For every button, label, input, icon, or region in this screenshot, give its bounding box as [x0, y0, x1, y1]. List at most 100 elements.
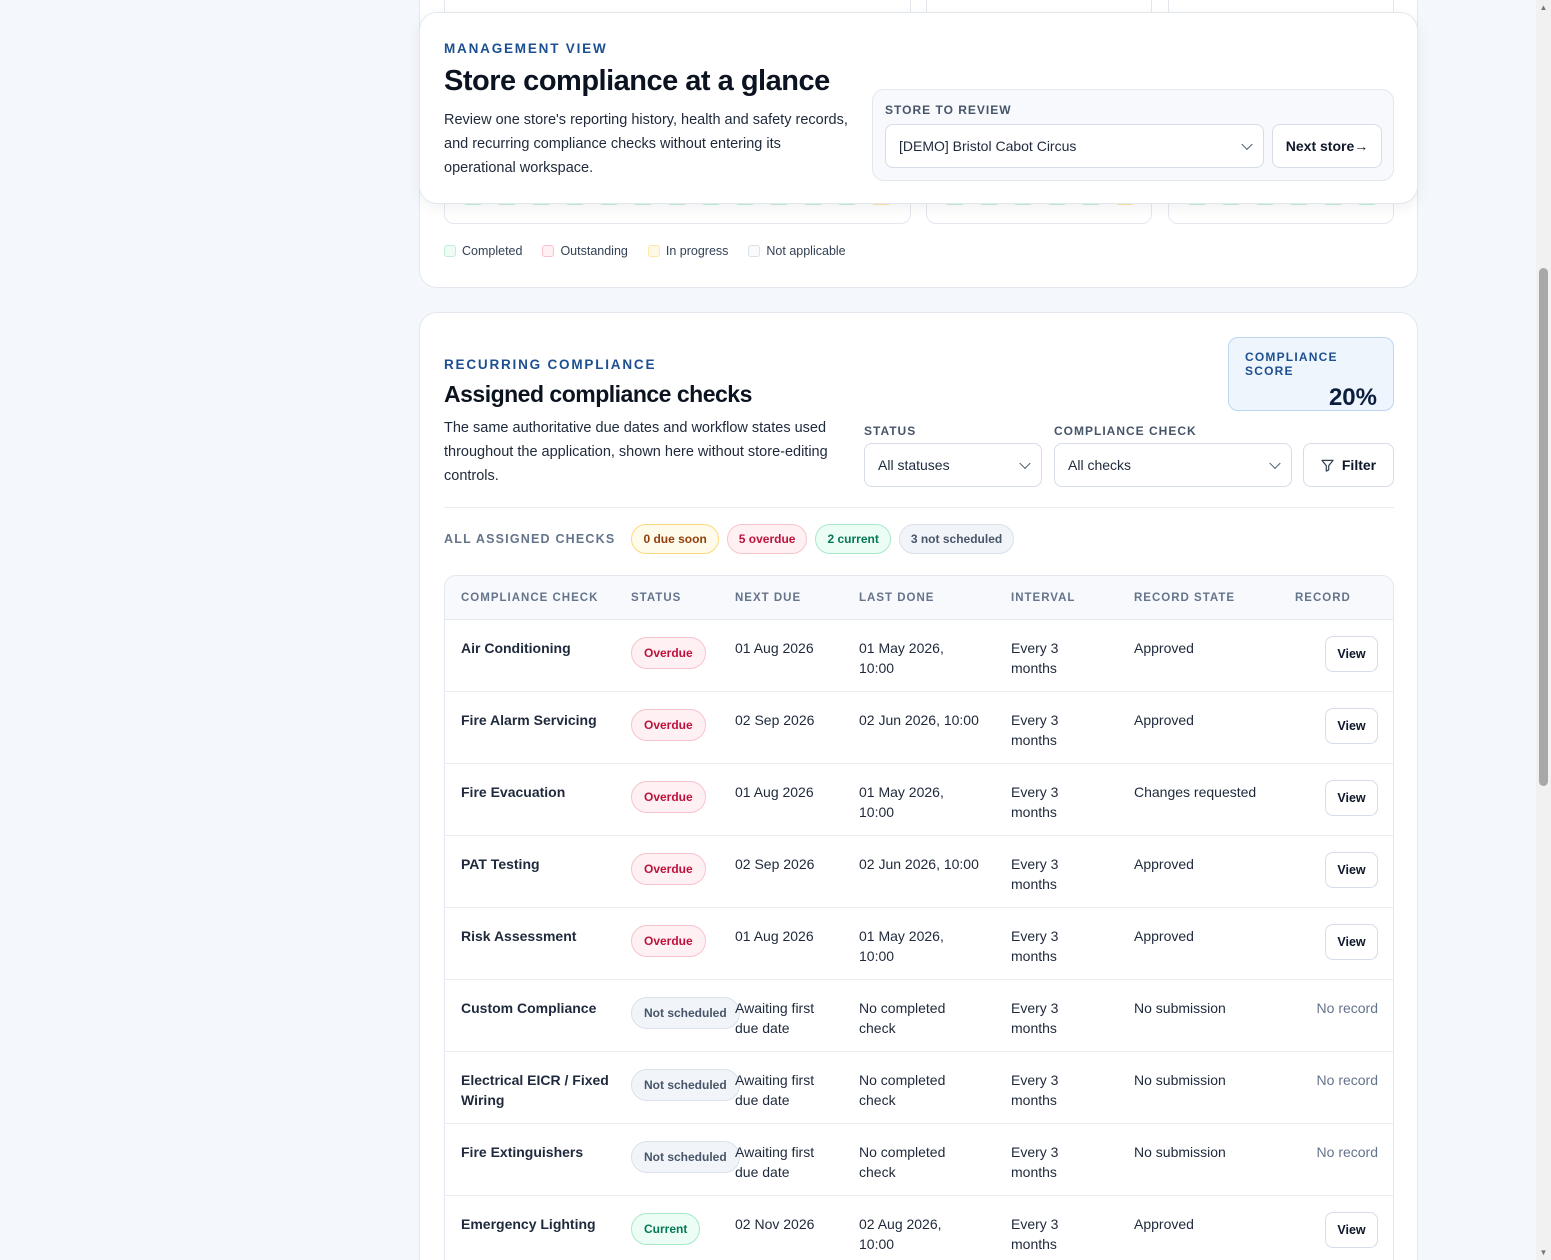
interval: Every 3 months [1011, 640, 1059, 676]
table-row: Custom Compliance Not scheduled Awaiting f… [445, 980, 1393, 1052]
section-description: The same authoritative due dates and wor… [444, 420, 828, 484]
column-header: COMPLIANCE CHECK [461, 592, 599, 604]
check-filter-select[interactable]: All checks [1054, 443, 1292, 487]
status-filter-label: STATUS [864, 424, 917, 438]
status-badge: Overdue [631, 925, 706, 957]
check-name: Fire Evacuation [461, 784, 566, 800]
next-due: Awaiting first due date [735, 1144, 815, 1180]
last-done: No completed check [859, 1072, 946, 1108]
scroll-up-icon[interactable]: ▲ [1539, 3, 1548, 12]
next-due: Awaiting first due date [735, 1072, 815, 1108]
management-eyebrow: MANAGEMENT VIEW [444, 41, 608, 56]
legend-swatch [542, 245, 555, 257]
check-name: Air Conditioning [461, 640, 571, 656]
last-done: 01 May 2026, 10:00 [859, 928, 944, 964]
status-filter-value: All statuses [878, 457, 950, 473]
due-soon-badge: 0 due soon [631, 524, 719, 554]
last-done: 02 Aug 2026, 10:00 [859, 1216, 942, 1252]
legend-swatch [647, 245, 660, 257]
check-name: Fire Alarm Servicing [461, 712, 597, 728]
score-value: 20% [1328, 384, 1377, 411]
last-done: No completed check [859, 1144, 946, 1180]
recurring-eyebrow: RECURRING COMPLIANCE [444, 357, 657, 372]
record-state: Approved [1134, 856, 1194, 872]
check-name: Fire Extinguishers [461, 1144, 584, 1160]
chevron-down-icon [1269, 457, 1281, 470]
chevron-down-icon [1241, 138, 1253, 151]
last-done: 02 Jun 2026, 10:00 [859, 856, 979, 872]
interval: Every 3 months [1011, 1072, 1059, 1108]
status-badge: Overdue [631, 637, 706, 669]
check-name: Custom Compliance [461, 1000, 597, 1016]
scroll-down-icon[interactable]: ▼ [1539, 1248, 1548, 1257]
table-row: Fire Alarm Servicing Overdue 02 Sep 2026 02… [445, 692, 1393, 764]
legend-item-in-progress: In progress [647, 244, 729, 258]
interval: Every 3 months [1011, 1216, 1059, 1252]
divider [444, 507, 1394, 508]
column-header: NEXT DUE [735, 592, 802, 604]
interval: Every 3 months [1011, 856, 1059, 892]
legend-item-not-applicable: Not applicable [748, 244, 846, 258]
filter-button[interactable]: Filter [1303, 443, 1394, 487]
status-badge: Not scheduled [631, 1069, 740, 1101]
table-row: Electrical EICR / Fixed Wiring Not schedu… [445, 1052, 1393, 1124]
last-done: 02 Jun 2026, 10:00 [859, 712, 979, 728]
summary-label: ALL ASSIGNED CHECKS [444, 532, 616, 546]
record-state: No submission [1134, 1144, 1226, 1160]
view-record-button[interactable]: View [1325, 708, 1378, 744]
status-filter-select[interactable]: All statuses [864, 443, 1042, 487]
status-legend: Completed Outstanding In progress Not ap… [444, 244, 846, 258]
record-state: Approved [1134, 928, 1194, 944]
table-row: Emergency Lighting Current 02 Nov 2026 02 A… [445, 1196, 1393, 1260]
interval: Every 3 months [1011, 928, 1059, 964]
compliance-score-box: COMPLIANCE SCORE 20% [1228, 337, 1394, 411]
recurring-compliance-card: RECURRING COMPLIANCE Assigned compliance… [419, 312, 1418, 1260]
table-row: Risk Assessment Overdue 01 Aug 2026 01 May … [445, 908, 1393, 980]
next-due: 02 Sep 2026 [735, 856, 815, 872]
table-row: Fire Evacuation Overdue 01 Aug 2026 01 May … [445, 764, 1393, 836]
next-due: 02 Sep 2026 [735, 712, 815, 728]
record-state: No submission [1134, 1000, 1226, 1016]
table-row: PAT Testing Overdue 02 Sep 2026 02 Jun 2026… [445, 836, 1393, 908]
store-select[interactable]: [DEMO] Bristol Cabot Circus [885, 124, 1264, 168]
column-header: RECORD [1295, 592, 1351, 604]
status-badge: Overdue [631, 709, 706, 741]
filter-button-label: Filter [1341, 457, 1377, 473]
view-record-button[interactable]: View [1325, 924, 1378, 960]
view-record-button[interactable]: View [1325, 1212, 1378, 1248]
next-due: Awaiting first due date [735, 1000, 815, 1036]
legend-item-outstanding: Outstanding [542, 244, 628, 258]
table-row: Air Conditioning Overdue 01 Aug 2026 01 May… [445, 620, 1393, 692]
view-record-button[interactable]: View [1325, 852, 1378, 888]
record-state: Approved [1134, 712, 1194, 728]
no-record-label: No record [1316, 1000, 1378, 1016]
last-done: 01 May 2026, 10:00 [859, 640, 944, 676]
record-state: No submission [1134, 1072, 1226, 1088]
store-selector-panel: STORE TO REVIEW [DEMO] Bristol Cabot Cir… [872, 89, 1394, 181]
next-due: 01 Aug 2026 [735, 784, 814, 800]
page-title: Store compliance at a glance [444, 65, 830, 97]
scrollbar-track[interactable]: ▲ ▼ [1536, 0, 1551, 1260]
column-header: RECORD STATE [1134, 592, 1236, 604]
interval: Every 3 months [1011, 712, 1059, 748]
table-row: Fire Extinguishers Not scheduled Awaiting … [445, 1124, 1393, 1196]
next-store-button[interactable]: Next store→ [1272, 124, 1382, 168]
scrollbar-thumb[interactable] [1539, 268, 1548, 786]
legend-item-completed: Completed [444, 244, 522, 258]
no-record-label: No record [1316, 1144, 1378, 1160]
last-done: 01 May 2026, 10:00 [859, 784, 944, 820]
check-filter-value: All checks [1068, 457, 1132, 473]
next-due: 01 Aug 2026 [735, 928, 814, 944]
column-header: LAST DONE [859, 592, 935, 604]
view-record-button[interactable]: View [1325, 780, 1378, 816]
legend-label: Outstanding [560, 244, 628, 258]
filter-icon [1321, 459, 1334, 472]
view-record-button[interactable]: View [1325, 636, 1378, 672]
check-name: Emergency Lighting [461, 1216, 596, 1232]
interval: Every 3 months [1011, 1000, 1059, 1036]
next-due: 02 Nov 2026 [735, 1216, 815, 1232]
management-header: MANAGEMENT VIEW Store compliance at a gl… [419, 12, 1418, 204]
store-label: STORE TO REVIEW [885, 103, 1012, 117]
status-badge: Overdue [631, 853, 706, 885]
legend-label: In progress [665, 244, 729, 258]
